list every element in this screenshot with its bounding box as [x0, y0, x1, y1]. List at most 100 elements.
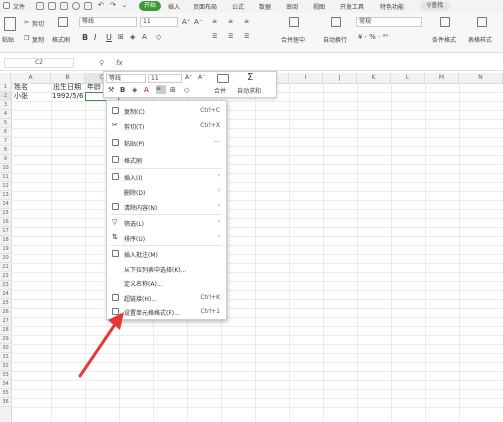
row-header-14[interactable]: 14 — [0, 200, 11, 209]
menu-item-filter[interactable]: ▽ 筛选(L) › — [107, 216, 226, 229]
conditional-format-icon[interactable] — [440, 17, 450, 27]
row-header-30[interactable]: 30 — [0, 344, 11, 353]
row-header-2[interactable]: 2 — [0, 92, 11, 101]
mini-merge-button[interactable]: 合并 — [214, 86, 226, 95]
row-header-4[interactable]: 4 — [0, 110, 11, 119]
row-header-12[interactable]: 12 — [0, 182, 11, 191]
row-header-7[interactable]: 7 — [0, 137, 11, 146]
tab-view[interactable]: 视图 — [313, 2, 325, 11]
font-name-select[interactable]: 等线 — [79, 17, 137, 27]
col-header-i[interactable]: I — [289, 73, 323, 83]
row-header-6[interactable]: 6 — [0, 128, 11, 137]
tab-formulas[interactable]: 公式 — [232, 2, 244, 11]
underline-button[interactable]: U — [106, 33, 112, 42]
row-header-25[interactable]: 25 — [0, 299, 11, 308]
italic-button[interactable]: I — [94, 33, 96, 42]
font-color-icon[interactable]: A — [142, 33, 147, 41]
tab-special[interactable]: 特色功能 — [380, 2, 404, 11]
col-header-k[interactable]: K — [357, 73, 391, 83]
align-bottom-icon[interactable]: ≡ — [244, 18, 249, 25]
paste-options[interactable]: ··· — [214, 139, 220, 146]
row-header-3[interactable]: 3 — [0, 101, 11, 110]
align-right-icon[interactable]: ☰ — [244, 33, 249, 40]
mini-decrease-font[interactable]: A⁻ — [198, 74, 205, 81]
cell-c1[interactable]: 年龄 — [87, 83, 101, 92]
name-box[interactable]: C2 — [4, 58, 74, 68]
tab-review[interactable]: 审阅 — [286, 2, 298, 11]
print-preview-icon[interactable] — [72, 2, 80, 10]
mini-fill-color-icon[interactable]: ◈ — [132, 86, 137, 94]
align-top-icon[interactable]: ≡ — [212, 18, 217, 25]
menu-icon[interactable] — [3, 2, 10, 9]
font-size-select[interactable]: 11 — [140, 17, 178, 27]
row-header-5[interactable]: 5 — [0, 119, 11, 128]
table-style-icon[interactable] — [477, 17, 487, 27]
redo-icon[interactable]: ↷ — [110, 1, 116, 9]
row-header-20[interactable]: 20 — [0, 254, 11, 263]
print-icon[interactable] — [60, 2, 68, 10]
format-painter-button[interactable]: 格式刷 — [52, 35, 70, 44]
fx-button[interactable]: fx — [116, 59, 123, 67]
mini-format-painter-icon[interactable]: ⚒ — [108, 86, 114, 94]
row-header-13[interactable]: 13 — [0, 191, 11, 200]
more-icon[interactable]: ⌄ — [122, 2, 127, 9]
decrease-font-icon[interactable]: A⁻ — [194, 18, 202, 26]
cell-b1[interactable]: 出生日期 — [53, 83, 81, 92]
select-all[interactable] — [0, 73, 11, 83]
cell-a1[interactable]: 姓名 — [14, 83, 28, 92]
currency-icon[interactable]: ¥ · % · ⁰⁰ — [358, 33, 388, 41]
mini-merge-icon[interactable] — [217, 74, 229, 83]
copy-button[interactable]: 复制 — [32, 35, 44, 44]
align-left-icon[interactable]: ☰ — [212, 33, 217, 40]
menu-item-insert-comment[interactable]: 插入批注(M) — [107, 247, 226, 260]
zoom-icon[interactable]: ⚲ — [99, 59, 104, 67]
row-header-16[interactable]: 16 — [0, 218, 11, 227]
menu-item-copy[interactable]: 复制(C) Ctrl+C — [107, 104, 226, 117]
col-header-a[interactable]: A — [11, 73, 51, 83]
row-header-22[interactable]: 22 — [0, 272, 11, 281]
tab-start[interactable]: 开始 — [139, 1, 161, 11]
tab-developer[interactable]: 开发工具 — [340, 2, 364, 11]
cut-button[interactable]: 剪切 — [32, 19, 44, 28]
row-header-26[interactable]: 26 — [0, 308, 11, 317]
tab-page-layout[interactable]: 页面布局 — [193, 2, 217, 11]
row-header-24[interactable]: 24 — [0, 290, 11, 299]
table-style-button[interactable]: 表格样式 — [468, 35, 492, 44]
menu-item-hyperlink[interactable]: 超链接(H)... Ctrl+K — [107, 291, 226, 304]
mini-font-color-icon[interactable]: A — [144, 86, 149, 94]
menu-item-format-painter[interactable]: 格式刷 — [107, 153, 226, 166]
tab-insert[interactable]: 插入 — [168, 2, 180, 11]
row-header-29[interactable]: 29 — [0, 335, 11, 344]
wrap-text-icon[interactable] — [331, 17, 341, 27]
undo-icon[interactable]: ↶ — [98, 1, 104, 9]
mini-clear-icon[interactable]: ◇ — [184, 86, 189, 94]
menu-item-cut[interactable]: ✂ 剪切(T) Ctrl+X — [107, 119, 226, 132]
menu-item-define-name[interactable]: 定义名称(A)... — [107, 276, 226, 289]
row-header-19[interactable]: 19 — [0, 245, 11, 254]
row-header-23[interactable]: 23 — [0, 281, 11, 290]
row-header-8[interactable]: 8 — [0, 146, 11, 155]
row-header-1[interactable]: 1 — [0, 83, 11, 92]
col-header-n[interactable]: N — [459, 73, 503, 83]
row-header-35[interactable]: 35 — [0, 389, 11, 398]
increase-font-icon[interactable]: A⁺ — [182, 18, 190, 26]
export-icon[interactable] — [84, 2, 92, 10]
row-header-10[interactable]: 10 — [0, 164, 11, 173]
col-header-b[interactable]: B — [51, 73, 85, 83]
search-box[interactable]: ⚲查找 — [420, 1, 450, 11]
row-header-27[interactable]: 27 — [0, 317, 11, 326]
mini-border-icon[interactable]: ⊞ — [170, 86, 176, 94]
row-header-31[interactable]: 31 — [0, 353, 11, 362]
menu-item-pick-from-list[interactable]: 从下拉列表中选择(K)... — [107, 262, 226, 275]
row-header-34[interactable]: 34 — [0, 380, 11, 389]
save-icon[interactable] — [36, 2, 44, 10]
align-middle-icon[interactable]: ≡ — [228, 18, 233, 25]
row-header-21[interactable]: 21 — [0, 263, 11, 272]
paste-button[interactable]: 粘贴 — [2, 35, 14, 44]
row-header-33[interactable]: 33 — [0, 371, 11, 380]
open-icon[interactable] — [48, 2, 56, 10]
clear-icon[interactable]: ◇ — [156, 33, 161, 41]
mini-autosum-button[interactable]: 自动求和 — [237, 86, 261, 95]
menu-item-paste[interactable]: 粘贴(P) ··· — [107, 136, 226, 149]
bold-button[interactable]: B — [82, 33, 88, 42]
